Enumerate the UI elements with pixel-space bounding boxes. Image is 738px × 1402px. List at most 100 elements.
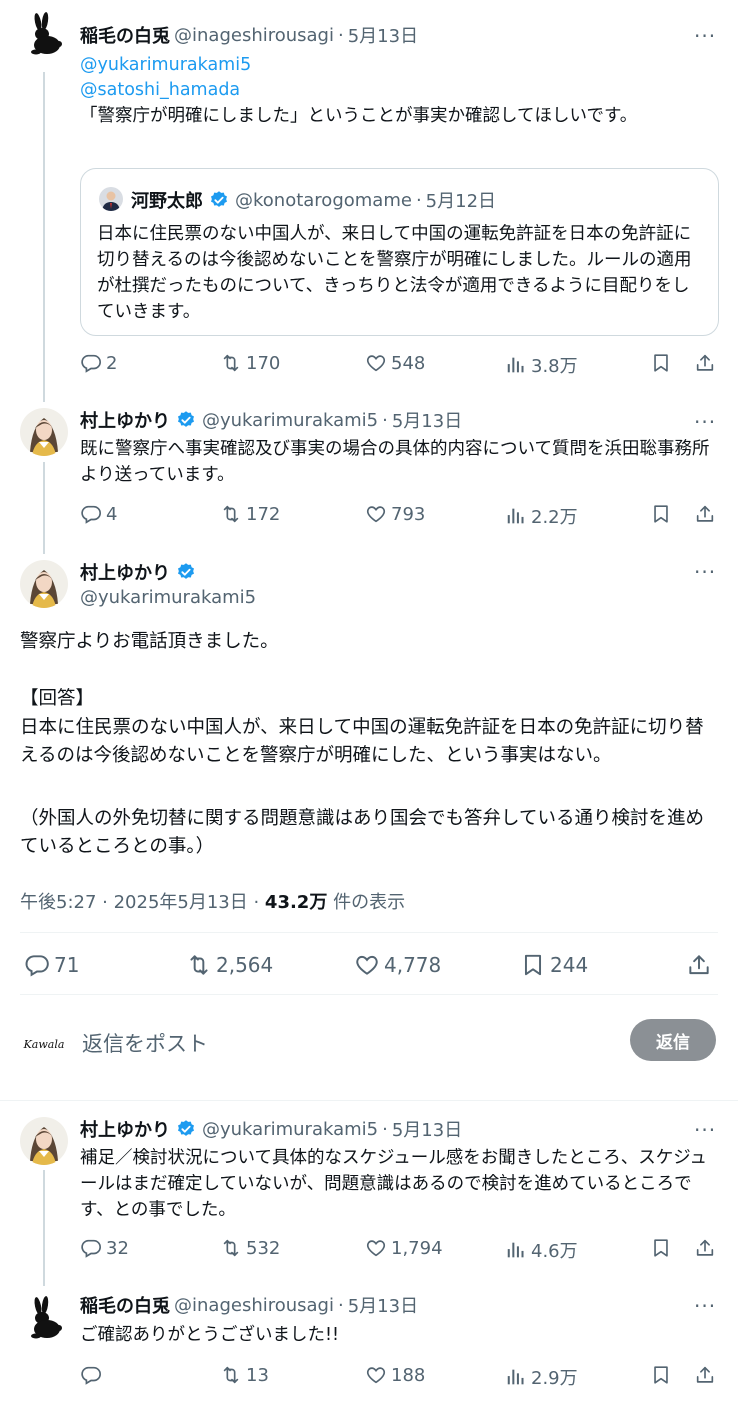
share-button[interactable] xyxy=(694,1237,716,1259)
reply-submit-button[interactable]: 返信 xyxy=(630,1019,716,1061)
separator-dot: · xyxy=(382,1118,388,1140)
reply-button[interactable]: 71 xyxy=(24,952,79,978)
bookmark-button[interactable] xyxy=(650,352,672,374)
divider xyxy=(20,994,718,995)
share-icon xyxy=(694,1364,716,1386)
like-button[interactable]: 793 xyxy=(365,503,425,525)
like-button[interactable]: 548 xyxy=(365,352,425,374)
tweet-header: 稲毛の白兎 @inageshirousagi · 5月13日 xyxy=(80,1292,418,1318)
author-handle[interactable]: @yukarimurakami5 xyxy=(202,410,378,431)
author-name[interactable]: 村上ゆかり xyxy=(80,559,170,585)
views-button[interactable]: 3.8万 xyxy=(505,352,578,378)
retweet-icon xyxy=(220,503,242,525)
bookmark-button[interactable] xyxy=(650,1237,672,1259)
author-handle[interactable]: @yukarimurakami5 xyxy=(202,1119,378,1140)
like-button[interactable]: 1,794 xyxy=(365,1237,443,1259)
views-count: 2.9万 xyxy=(531,1368,578,1389)
post-meta: 午後5:27 · 2025年5月13日 · 43.2万 件の表示 xyxy=(20,888,405,914)
mention-link[interactable]: @yukarimurakami5 xyxy=(80,52,251,78)
author-name[interactable]: 村上ゆかり xyxy=(80,1116,170,1142)
post-timestamp[interactable]: 午後5:27 · 2025年5月13日 · xyxy=(20,892,265,913)
views-button[interactable]: 2.9万 xyxy=(505,1364,578,1390)
like-icon xyxy=(365,1237,387,1259)
retweet-button[interactable]: 13 xyxy=(220,1364,269,1386)
like-count: 793 xyxy=(391,503,426,525)
bookmark-button[interactable] xyxy=(650,1364,672,1386)
separator-dot: · xyxy=(382,409,388,431)
reply-button[interactable]: 2 xyxy=(80,352,117,374)
retweet-button[interactable]: 170 xyxy=(220,352,280,374)
more-icon[interactable]: ··· xyxy=(694,412,716,432)
verified-icon xyxy=(176,562,196,582)
author-name[interactable]: 稲毛の白兎 xyxy=(80,22,170,48)
quote-author-handle: @konotarogomame xyxy=(235,189,412,211)
reply-button[interactable] xyxy=(80,1364,106,1386)
views-icon xyxy=(505,1239,527,1261)
author-name[interactable]: 村上ゆかり xyxy=(80,407,170,433)
tweet-header: 村上ゆかり @yukarimurakami5 · 5月13日 xyxy=(80,1116,462,1142)
reply-button[interactable]: 4 xyxy=(80,503,117,525)
more-icon[interactable]: ··· xyxy=(694,1120,716,1140)
like-count: 548 xyxy=(391,352,426,374)
mention-link[interactable]: @satoshi_hamada xyxy=(80,77,240,103)
view-label: 件の表示 xyxy=(327,892,406,913)
views-button[interactable]: 2.2万 xyxy=(505,503,578,529)
like-button[interactable]: 4,778 xyxy=(354,952,441,978)
share-button[interactable] xyxy=(694,503,716,525)
view-count: 43.2万 xyxy=(264,892,328,913)
reply-count: 32 xyxy=(106,1237,129,1259)
tweet-text: ご確認ありがとうございました!! xyxy=(80,1325,340,1345)
like-button[interactable]: 188 xyxy=(365,1364,425,1386)
like-icon xyxy=(365,503,387,525)
post-date[interactable]: 5月13日 xyxy=(348,22,418,48)
reply-icon xyxy=(80,1364,102,1386)
share-button[interactable] xyxy=(694,352,716,374)
author-handle[interactable]: @inageshirousagi xyxy=(174,1295,334,1316)
more-icon[interactable]: ··· xyxy=(694,1296,716,1316)
rabbit-avatar[interactable] xyxy=(20,10,68,58)
rabbit-avatar[interactable] xyxy=(20,1294,68,1342)
tweet-text: 補足／検討状況について具体的なスケジュール感をお聞きしたところ、スケジュールはま… xyxy=(80,1148,708,1220)
share-button[interactable] xyxy=(694,1364,716,1386)
like-count: 188 xyxy=(391,1364,426,1386)
like-count: 1,794 xyxy=(391,1237,443,1259)
tweet-text: 「警察庁が明確にしました」ということが事実か確認してほしいです。 xyxy=(80,106,638,126)
woman-avatar[interactable] xyxy=(20,1117,68,1165)
like-icon xyxy=(365,1364,387,1386)
author-handle[interactable]: @inageshirousagi xyxy=(174,25,334,46)
bookmark-icon xyxy=(650,1237,672,1259)
verified-icon xyxy=(209,190,229,210)
retweet-button[interactable]: 2,564 xyxy=(186,952,273,978)
views-button[interactable]: 4.6万 xyxy=(505,1237,578,1263)
post-date[interactable]: 5月13日 xyxy=(392,407,462,433)
thread-line xyxy=(43,462,45,554)
retweet-button[interactable]: 172 xyxy=(220,503,280,525)
post-date[interactable]: 5月13日 xyxy=(348,1292,418,1318)
author-handle[interactable]: @yukarimurakami5 xyxy=(80,587,256,608)
reply-count: 2 xyxy=(106,352,118,374)
more-icon[interactable]: ··· xyxy=(694,26,716,46)
thread-line xyxy=(43,1170,45,1286)
tweet-header: 稲毛の白兎 @inageshirousagi · 5月13日 xyxy=(80,22,418,48)
reply-input[interactable]: 返信をポスト xyxy=(82,1028,208,1058)
main-actions: 71 2,564 4,778 244 xyxy=(24,952,724,978)
more-icon[interactable]: ··· xyxy=(694,562,716,582)
quote-text: 日本に住民票のない中国人が、来日して中国の運転免許証を日本の免許証に切り替えるの… xyxy=(97,224,692,322)
reply-button[interactable]: 32 xyxy=(80,1237,129,1259)
views-count: 2.2万 xyxy=(531,507,578,528)
main-text-p1: 警察庁よりお電話頂きました。 xyxy=(20,631,279,652)
quoted-tweet[interactable]: 河野太郎 @konotarogomame · 5月12日 日本に住民票のない中国… xyxy=(80,168,719,336)
tweet-actions: 2 170 548 3.8万 xyxy=(80,352,720,378)
woman-avatar[interactable] xyxy=(20,560,68,608)
post-date[interactable]: 5月13日 xyxy=(392,1116,462,1142)
share-button[interactable] xyxy=(686,952,712,978)
woman-avatar[interactable] xyxy=(20,408,68,456)
retweet-button[interactable]: 532 xyxy=(220,1237,280,1259)
share-icon xyxy=(686,952,712,978)
views-count: 3.8万 xyxy=(531,356,578,377)
author-name[interactable]: 稲毛の白兎 xyxy=(80,1292,170,1318)
bookmark-button[interactable]: 244 xyxy=(520,952,588,978)
bookmark-button[interactable] xyxy=(650,503,672,525)
retweet-icon xyxy=(186,952,212,978)
reply-icon xyxy=(80,352,102,374)
